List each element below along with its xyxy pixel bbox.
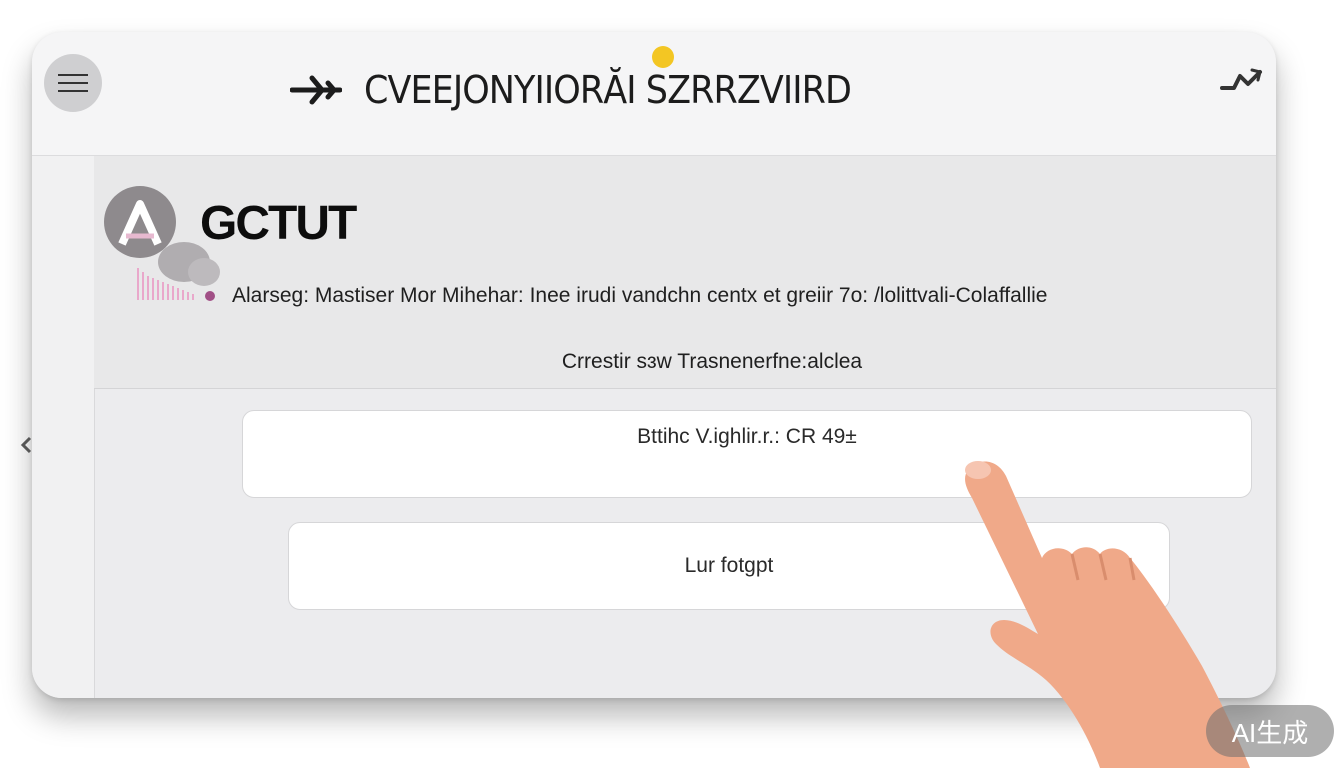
menu-line [58,90,88,92]
menu-line [58,82,88,84]
primary-option-label: Bttihc V.ighlir.r.: CR 49± [637,425,857,448]
cloud-decoration-icon [137,242,220,301]
top-bar: CVEEJONYIIORĂI SZRRZVIIRD [32,32,1276,156]
ai-badge-label: AI生成 [1231,717,1309,748]
profile-description: Alarseg: Mastiser Mor Mihehar: Inee irud… [232,284,1048,307]
section-subtitle: Crrestir sɜw Trasnenerfne:alclea [561,350,863,373]
side-arrow-icon [20,436,32,454]
page-title: CVEEJONYIIORĂI SZRRZVIIRD [364,68,852,112]
secondary-option-label: Lur fotgpt [684,554,774,577]
plane-icon [290,75,342,105]
status-dot [652,46,674,68]
menu-line [58,74,88,76]
header-title-group: CVEEJONYIIORĂI SZRRZVIIRD [290,62,1010,118]
ai-generated-badge: AI生成 [1206,705,1334,757]
share-icon[interactable] [1218,62,1264,96]
sidebar [32,156,95,698]
hamburger-menu-button[interactable] [44,54,102,112]
